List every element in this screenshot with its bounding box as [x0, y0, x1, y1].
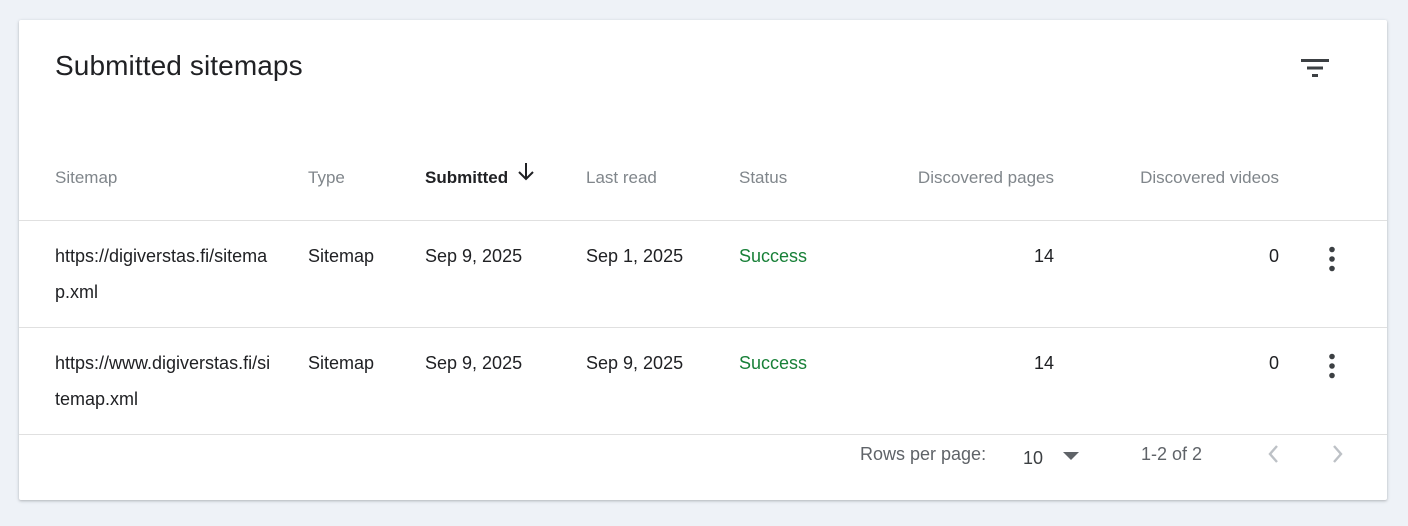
table-header-row: Sitemap Type Submitted Last read Status … [19, 136, 1387, 221]
arrow-drop-down-icon [1061, 449, 1081, 467]
sitemap-type: Sitemap [308, 246, 375, 266]
sitemap-url: https://digiverstas.fi/sitemap.xml [55, 246, 268, 302]
discovered-pages-count: 14 [1033, 353, 1054, 373]
status-badge: Success [739, 353, 808, 373]
table-row[interactable]: https://digiverstas.fi/sitemap.xml Sitem… [19, 221, 1387, 328]
submitted-sitemaps-card: Submitted sitemaps Sitemap Type Submitte… [19, 20, 1387, 500]
column-header-submitted-label: Submitted [425, 168, 509, 187]
last-read-date: Sep 9, 2025 [586, 353, 684, 373]
filter-list-icon [1300, 56, 1330, 80]
column-header-sitemap[interactable]: Sitemap [55, 160, 275, 196]
discovered-pages-count: 14 [1033, 246, 1054, 266]
card-title: Submitted sitemaps [55, 50, 303, 81]
last-read-date: Sep 1, 2025 [586, 246, 684, 266]
discovered-videos-count: 0 [1268, 246, 1279, 266]
more-vert-icon [1328, 353, 1336, 384]
column-header-type[interactable]: Type [308, 160, 345, 196]
pagination-bar: Rows per page: 10 1-2 of 2 [19, 416, 1387, 500]
rows-per-page-value: 10 [1023, 447, 1044, 468]
chevron-right-icon [1331, 443, 1345, 470]
row-menu-button[interactable] [1308, 237, 1356, 285]
more-vert-icon [1328, 246, 1336, 277]
column-header-discovered-videos[interactable]: Discovered videos [1140, 160, 1279, 196]
status-badge: Success [739, 246, 808, 266]
sitemaps-table: Sitemap Type Submitted Last read Status … [19, 136, 1387, 435]
rows-per-page-label: Rows per page: [860, 444, 987, 464]
submitted-date: Sep 9, 2025 [425, 353, 523, 373]
previous-page-button[interactable] [1251, 434, 1295, 478]
filter-button[interactable] [1291, 44, 1339, 92]
next-page-button[interactable] [1316, 434, 1360, 478]
discovered-videos-count: 0 [1268, 353, 1279, 373]
submitted-date: Sep 9, 2025 [425, 246, 523, 266]
chevron-left-icon [1266, 443, 1280, 470]
arrow-downward-icon [516, 160, 536, 196]
row-menu-button[interactable] [1308, 344, 1356, 392]
column-header-discovered-pages[interactable]: Discovered pages [918, 160, 1054, 196]
sitemap-type: Sitemap [308, 353, 375, 373]
column-header-status[interactable]: Status [739, 160, 787, 196]
pagination-range: 1-2 of 2 [1141, 444, 1203, 464]
column-header-submitted[interactable]: Submitted [425, 160, 536, 196]
column-header-last-read[interactable]: Last read [586, 160, 657, 196]
sitemap-url: https://www.digiverstas.fi/sitemap.xml [55, 353, 271, 409]
rows-per-page-select[interactable]: 10 [1011, 436, 1091, 480]
